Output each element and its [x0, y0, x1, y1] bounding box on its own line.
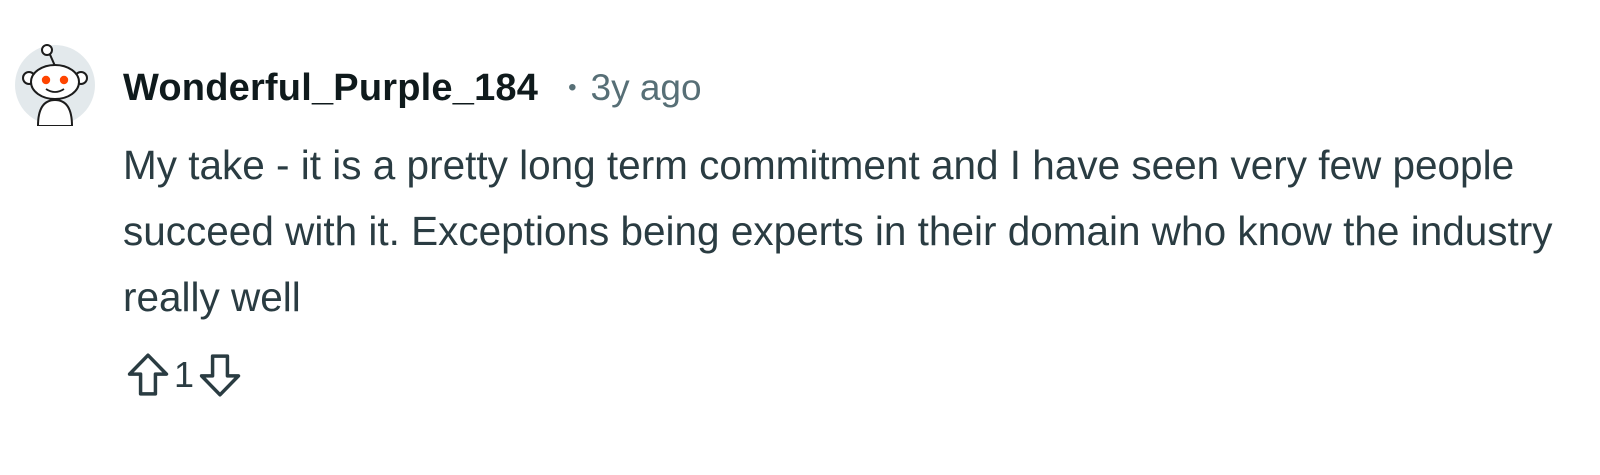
meta-separator: • [568, 74, 577, 101]
downvote-arrow-icon [199, 354, 241, 397]
comment-actions: 1 [118, 343, 250, 407]
user-avatar[interactable] [14, 44, 96, 127]
comment-body-text: My take - it is a pretty long term commi… [123, 142, 1553, 320]
upvote-arrow-icon [127, 353, 169, 396]
username-link[interactable]: Wonderful_Purple_184 [123, 67, 538, 110]
comment: Wonderful_Purple_184 • 3y ago My take - … [0, 0, 1600, 475]
comment-body: My take - it is a pretty long term commi… [123, 132, 1563, 330]
timestamp-link[interactable]: 3y ago [591, 67, 702, 109]
comment-header: Wonderful_Purple_184 • 3y ago [123, 62, 702, 114]
downvote-button[interactable] [190, 345, 250, 405]
upvote-button[interactable] [118, 345, 178, 405]
reddit-snoo-avatar-icon [15, 44, 95, 127]
